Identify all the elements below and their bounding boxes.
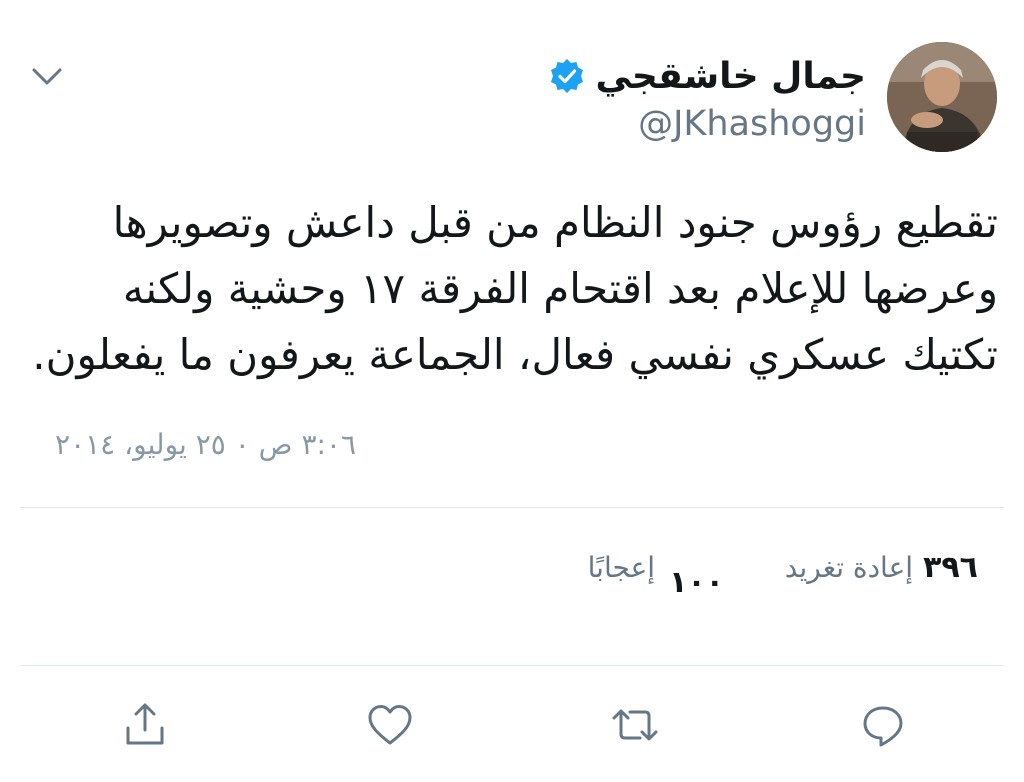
retweets-count: ٣٩٦ xyxy=(923,550,978,585)
retweet-button[interactable] xyxy=(610,700,660,750)
reply-icon xyxy=(863,706,903,747)
tweet-timestamp: ٣:٠٦ ص ٠ ٢٥ يوليو، ٢٠١٤ xyxy=(55,428,356,461)
divider xyxy=(20,507,1004,508)
retweets-stat[interactable]: ٣٩٦ إعادة تغريد xyxy=(785,548,978,588)
chevron-down-icon[interactable] xyxy=(30,60,64,94)
divider xyxy=(20,665,1004,666)
likes-stat[interactable]: ١٠٠ إعجابًا xyxy=(585,548,724,618)
likes-count: ١٠٠ xyxy=(669,565,724,600)
verified-badge-icon xyxy=(549,58,585,94)
retweet-icon xyxy=(612,709,658,741)
user-name-row[interactable]: جمال خاشقجي xyxy=(549,52,866,100)
share-icon xyxy=(126,703,164,745)
retweets-label: إعادة تغريد xyxy=(784,551,914,584)
like-button[interactable] xyxy=(365,700,415,750)
reply-button[interactable] xyxy=(858,700,908,750)
share-button[interactable] xyxy=(120,700,170,750)
display-name: جمال خاشقجي xyxy=(595,55,866,97)
user-handle[interactable]: @JKhashoggi xyxy=(638,104,866,144)
tweet-text: تقطيع رؤوس جنود النظام من قبل داعش وتصوي… xyxy=(32,198,998,379)
likes-label: إعجابًا xyxy=(587,551,656,584)
avatar[interactable] xyxy=(887,42,997,152)
heart-icon xyxy=(368,705,412,745)
